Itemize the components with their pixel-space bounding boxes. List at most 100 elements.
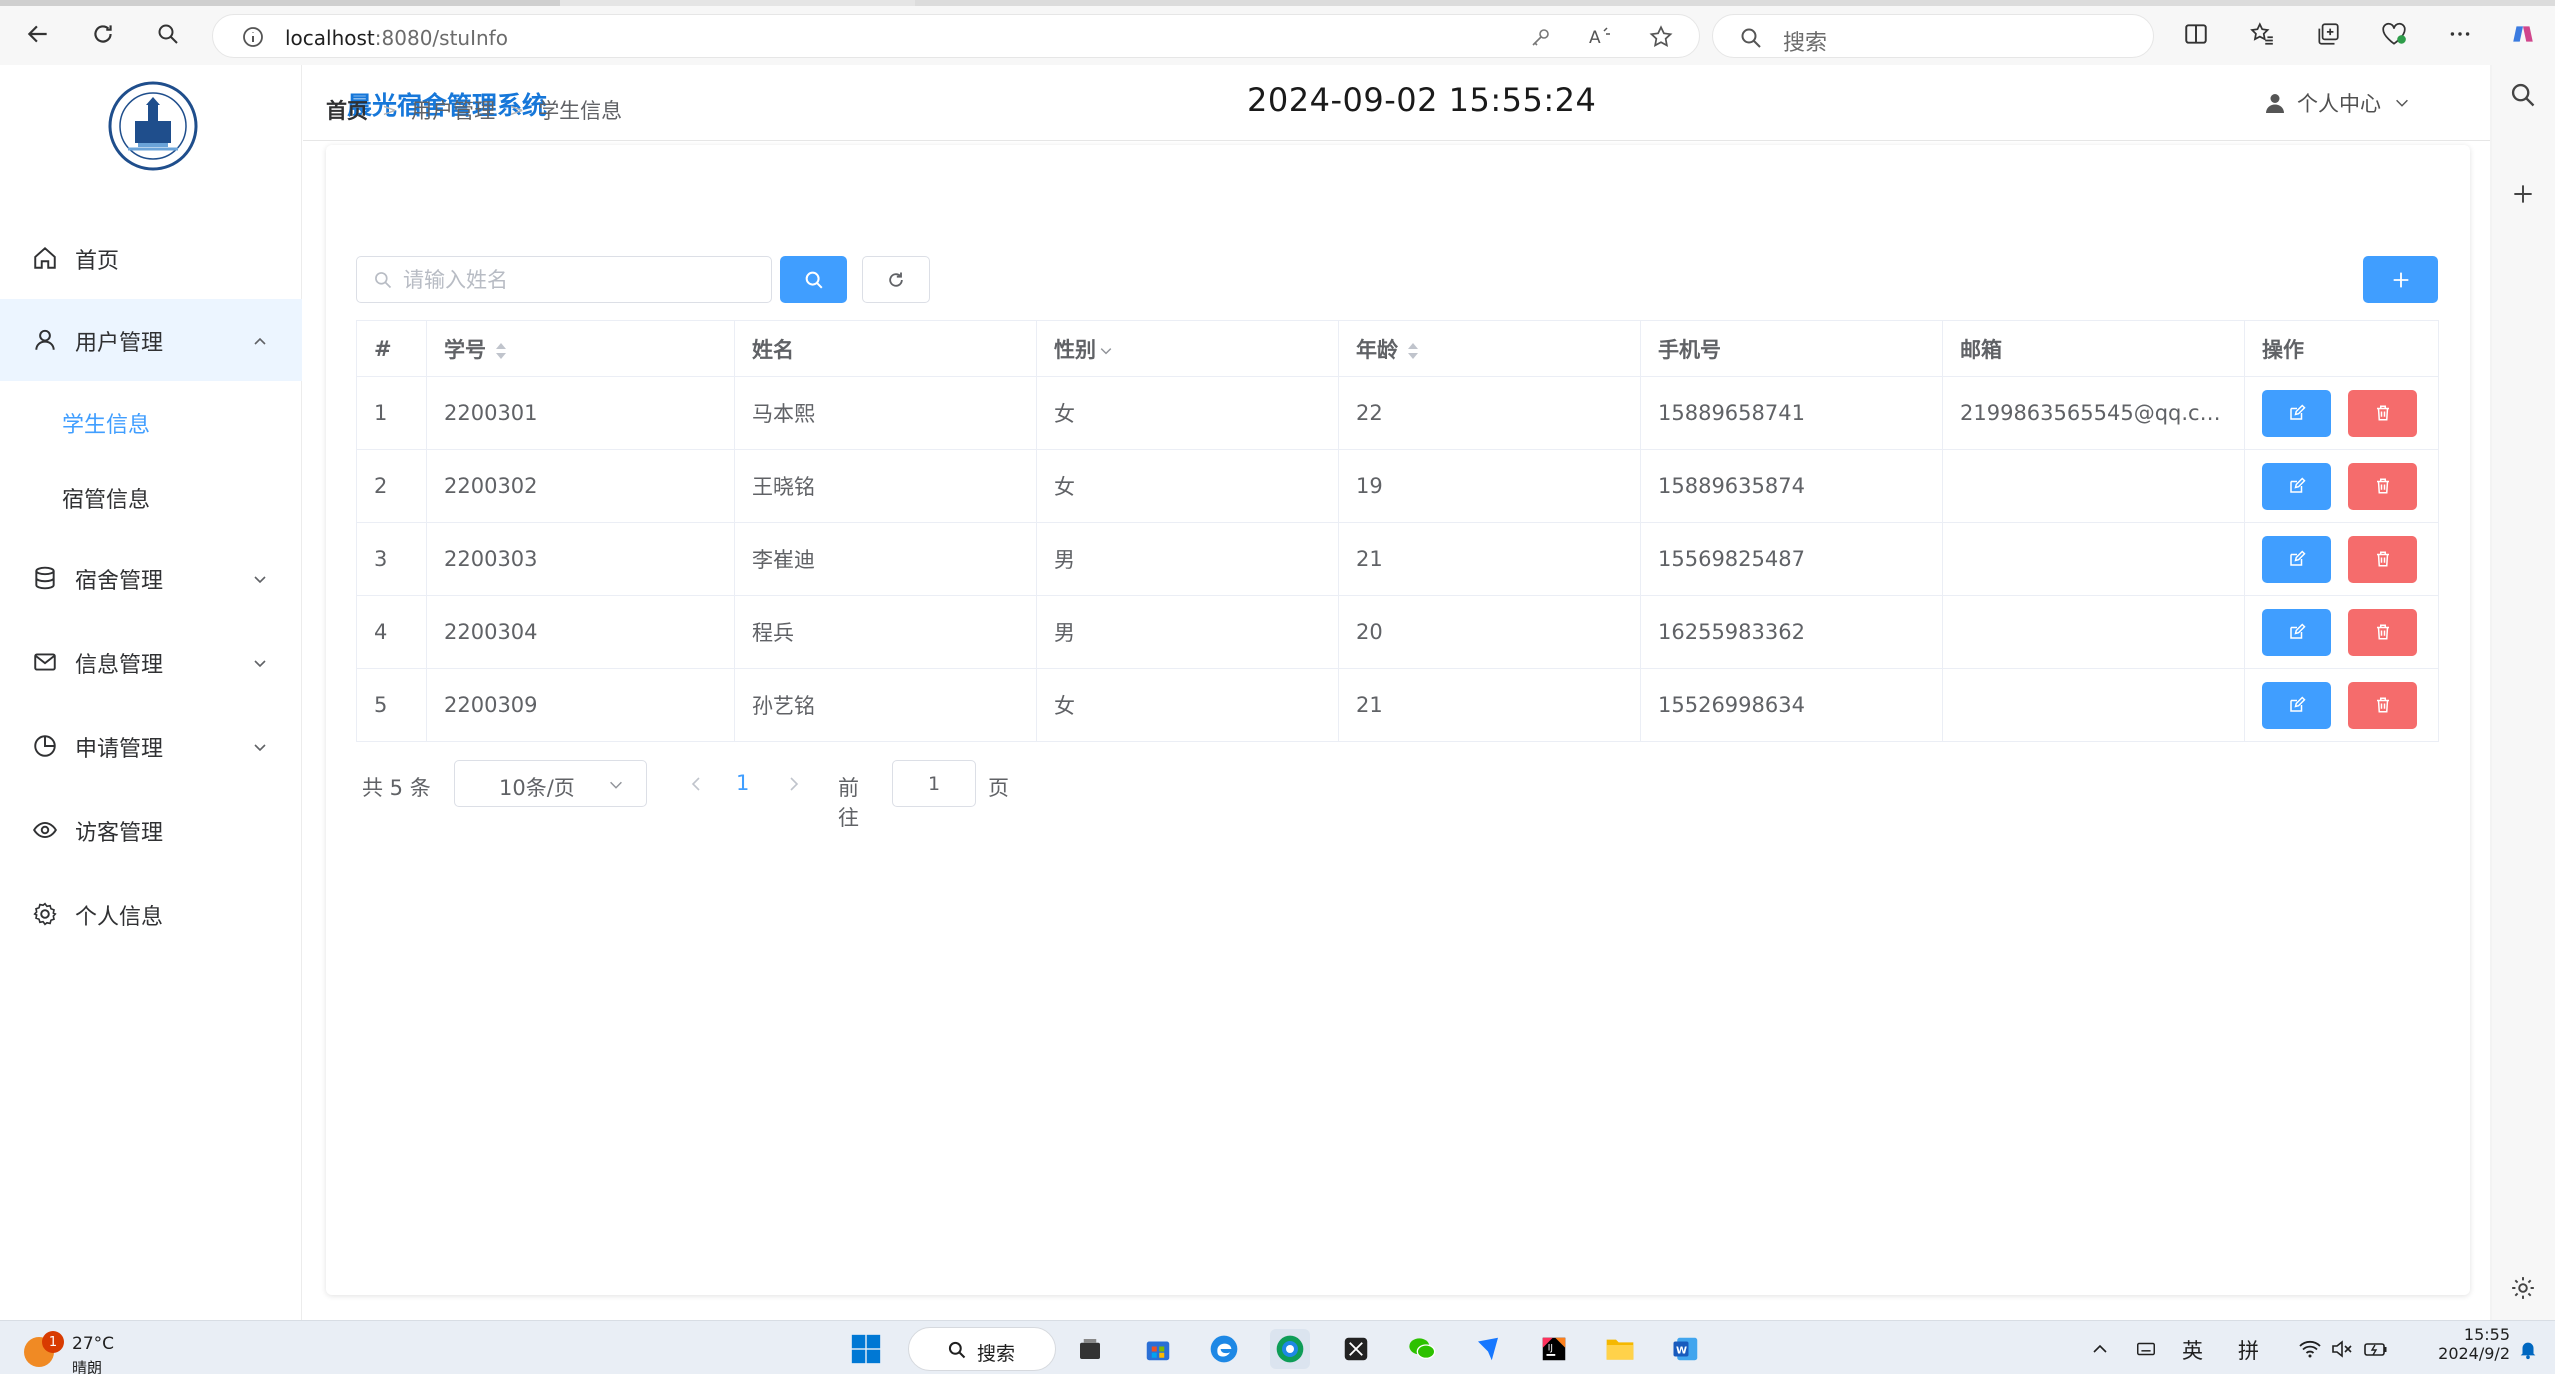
sidebar-settings-button[interactable] (2510, 1275, 2536, 1305)
browser-web-search[interactable]: 搜索 (1712, 14, 2154, 58)
heart-pulse-icon (2382, 22, 2406, 45)
reset-button[interactable] (862, 256, 930, 303)
sidebar-item-user-management[interactable]: 用户管理 (0, 299, 302, 381)
browser-search-button[interactable] (150, 16, 186, 52)
cell-age: 22 (1338, 376, 1641, 450)
read-aloud-icon[interactable]: A (1587, 23, 1615, 51)
edit-button[interactable] (2262, 608, 2331, 656)
back-button[interactable] (20, 16, 56, 52)
browser-toolbar: localhost:8080/stuInfo A 搜索 (0, 0, 2555, 65)
sort-caret-icon[interactable] (494, 341, 508, 361)
taskbar-app-word[interactable]: W (1666, 1329, 1706, 1369)
filter-chevron-down-icon[interactable] (1098, 343, 1114, 359)
sidebar-add-button[interactable] (2510, 181, 2536, 211)
cell-student-id: 2200301 (426, 376, 735, 450)
breadcrumb-home[interactable]: 首页 (326, 95, 368, 125)
cell-name: 程兵 (734, 595, 1037, 669)
personal-center-dropdown[interactable]: 个人中心 (2263, 87, 2411, 119)
url-text[interactable]: localhost:8080/stuInfo (285, 26, 508, 50)
svg-text:IJ: IJ (1548, 1343, 1553, 1353)
tray-keyboard-button[interactable] (2126, 1329, 2166, 1369)
cell-gender: 女 (1036, 376, 1339, 450)
sidebar-item-application-management[interactable]: 申请管理 (0, 705, 302, 787)
school-logo (108, 81, 198, 171)
reload-button[interactable] (85, 16, 121, 52)
edge-browser-icon (1210, 1335, 1238, 1363)
edit-button[interactable] (2262, 389, 2331, 437)
browser-sidebar (2492, 65, 2555, 1320)
favorites-icon (2250, 22, 2273, 45)
edit-button[interactable] (2262, 535, 2331, 583)
sidebar-search-button[interactable] (2509, 81, 2537, 113)
goto-page-input[interactable] (892, 760, 976, 807)
favorites-button[interactable] (2244, 16, 2280, 52)
ime-mode-indicator[interactable]: 拼 (2238, 1335, 2259, 1365)
taskbar-app-edge[interactable] (1204, 1329, 1244, 1369)
taskbar-app-wechat[interactable] (1402, 1329, 1442, 1369)
name-search-input[interactable] (403, 266, 753, 294)
delete-button[interactable] (2348, 462, 2417, 510)
browser-essentials-button[interactable] (2376, 16, 2412, 52)
taskbar-app-store[interactable] (1138, 1329, 1178, 1369)
taskbar-app-edge-active[interactable] (1270, 1329, 1310, 1369)
current-page-number[interactable]: 1 (736, 771, 749, 795)
notification-center-button[interactable] (2508, 1329, 2548, 1369)
sidebar-item-info-management[interactable]: 信息管理 (0, 621, 302, 703)
system-clock[interactable]: 15:55 2024/9/2 (2420, 1325, 2510, 1363)
edit-button[interactable] (2262, 681, 2331, 729)
prev-page-icon[interactable] (688, 774, 704, 794)
eye-icon (33, 821, 57, 839)
taskbar-search[interactable]: 搜索 (908, 1327, 1056, 1371)
delete-button[interactable] (2348, 535, 2417, 583)
cell-age: 20 (1338, 595, 1641, 669)
sidebar-subitem-dorm-manager-info[interactable]: 宿管信息 (0, 458, 302, 532)
address-bar[interactable]: localhost:8080/stuInfo A (212, 14, 1700, 58)
taskbar-app-explorer[interactable] (1600, 1329, 1640, 1369)
chevron-up-icon (254, 337, 266, 345)
system-date: 2024/9/2 (2438, 1344, 2510, 1363)
sort-caret-icon[interactable] (1406, 341, 1420, 361)
collections-button[interactable] (2310, 16, 2346, 52)
task-view-button[interactable] (1070, 1329, 1110, 1369)
name-search-field[interactable] (356, 256, 772, 303)
site-info-icon[interactable] (239, 23, 267, 51)
sidebar-subitem-student-info[interactable]: 学生信息 (0, 383, 302, 457)
edge-copilot-button[interactable] (2505, 16, 2541, 52)
delete-button[interactable] (2348, 608, 2417, 656)
page-size-select[interactable]: 10条/页 (454, 760, 647, 807)
sidebar-item-personal-info[interactable]: 个人信息 (0, 873, 302, 955)
cell-gender: 女 (1036, 449, 1339, 523)
column-header-age[interactable]: 年龄 (1338, 320, 1641, 377)
add-student-button[interactable] (2363, 256, 2438, 303)
more-menu-button[interactable] (2442, 16, 2478, 52)
taskbar-app-feishu[interactable] (1468, 1329, 1508, 1369)
search-button[interactable] (780, 256, 847, 303)
start-button[interactable] (846, 1329, 886, 1369)
split-screen-button[interactable] (2178, 16, 2214, 52)
taskbar-app-intellij[interactable]: IJ (1534, 1329, 1574, 1369)
sidebar-item-dorm-management[interactable]: 宿舍管理 (0, 537, 302, 619)
sidebar-item-visitor-management[interactable]: 访客管理 (0, 789, 302, 871)
cell-student-id: 2200302 (426, 449, 735, 523)
trash-icon (2376, 697, 2389, 713)
column-header-student-id[interactable]: 学号 (426, 320, 735, 377)
page-unit-label: 页 (988, 776, 1009, 800)
taskbar-app-ide[interactable] (1336, 1329, 1376, 1369)
search-icon (158, 24, 178, 44)
tray-overflow-button[interactable] (2080, 1329, 2120, 1369)
search-icon (948, 1341, 966, 1359)
delete-button[interactable] (2348, 681, 2417, 729)
edit-button[interactable] (2262, 462, 2331, 510)
intellij-icon: IJ (1542, 1337, 1566, 1361)
column-header-actions: 操作 (2244, 320, 2439, 377)
ide-icon (1344, 1337, 1368, 1361)
password-key-icon[interactable] (1527, 23, 1555, 51)
volume-muted-icon (2332, 1340, 2352, 1358)
sidebar-item-home[interactable]: 首页 (0, 217, 302, 299)
delete-button[interactable] (2348, 389, 2417, 437)
tray-battery-button[interactable] (2356, 1329, 2396, 1369)
column-header-gender[interactable]: 性别 (1036, 320, 1339, 377)
favorite-star-icon[interactable] (1647, 23, 1675, 51)
next-page-icon[interactable] (786, 774, 802, 794)
ime-language-indicator[interactable]: 英 (2182, 1335, 2203, 1365)
